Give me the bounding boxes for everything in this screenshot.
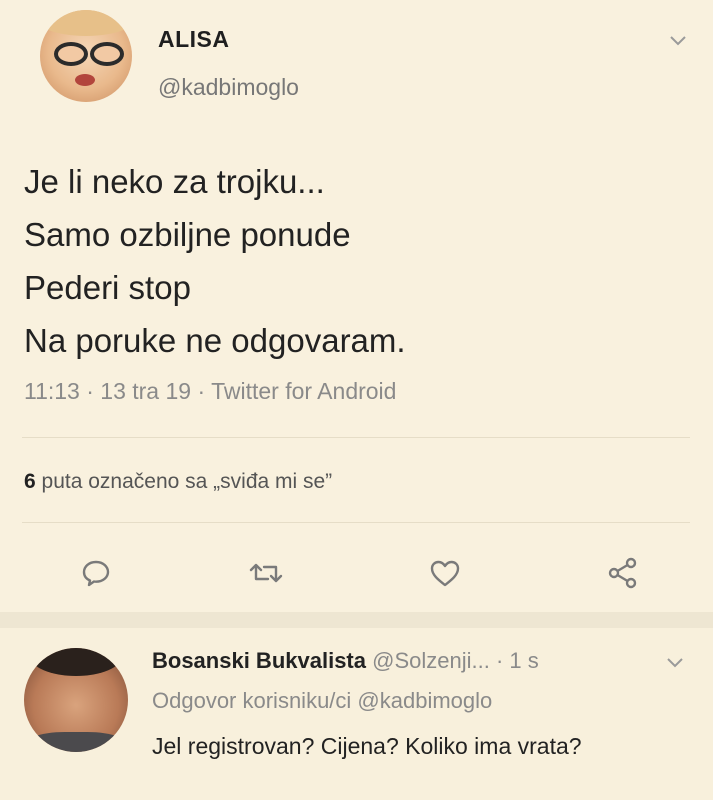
retweet-icon (249, 563, 283, 583)
reply-header: Bosanski Bukvalista @Solzenji... · 1 s (152, 648, 539, 674)
likes-count: 6 (24, 470, 36, 493)
reply-body: Jel registrovan? Cijena? Koliko ima vrat… (152, 733, 582, 759)
reply-avatar[interactable] (24, 648, 128, 752)
reply-to-label: Odgovor korisniku/ci @kadbimoglo (152, 688, 493, 713)
tweet-line: Pederi stop (24, 269, 191, 306)
chevron-down-icon[interactable] (668, 30, 688, 50)
reply-button[interactable] (76, 553, 116, 593)
reply-tweet[interactable]: Bosanski Bukvalista @Solzenji... · 1 s O… (0, 628, 713, 800)
tweet-avatar[interactable] (40, 10, 132, 102)
like-button[interactable] (425, 553, 465, 593)
divider (22, 437, 690, 438)
tweet-line: Na poruke ne odgovaram. (24, 322, 406, 359)
share-icon (608, 557, 637, 589)
likes-label: puta označeno sa „sviđa mi se” (41, 470, 333, 493)
tweet-meta: 11:13 · 13 tra 19 · Twitter for Android (24, 378, 397, 404)
main-tweet: ALISA @kadbimoglo Je li neko za trojku..… (0, 0, 713, 612)
tweet-line: Samo ozbiljne ponude (24, 216, 351, 253)
reply-time: · 1 s (495, 648, 539, 673)
like-icon (430, 560, 460, 587)
section-divider (0, 612, 713, 628)
reply-handle[interactable]: @Solzenji... (372, 648, 490, 673)
tweet-line: Je li neko za trojku... (24, 163, 325, 200)
tweet-handle[interactable]: @kadbimoglo (158, 74, 299, 101)
retweet-button[interactable] (246, 553, 286, 593)
reply-icon (82, 560, 110, 587)
chevron-down-icon[interactable] (665, 652, 685, 672)
divider (22, 522, 690, 523)
tweet-body: Je li neko za trojku... Samo ozbiljne po… (24, 155, 406, 367)
reply-display-name[interactable]: Bosanski Bukvalista (152, 648, 366, 673)
share-button[interactable] (603, 553, 643, 593)
tweet-display-name[interactable]: ALISA (158, 26, 230, 53)
likes-summary[interactable]: 6 puta označeno sa „sviđa mi se” (24, 470, 332, 494)
